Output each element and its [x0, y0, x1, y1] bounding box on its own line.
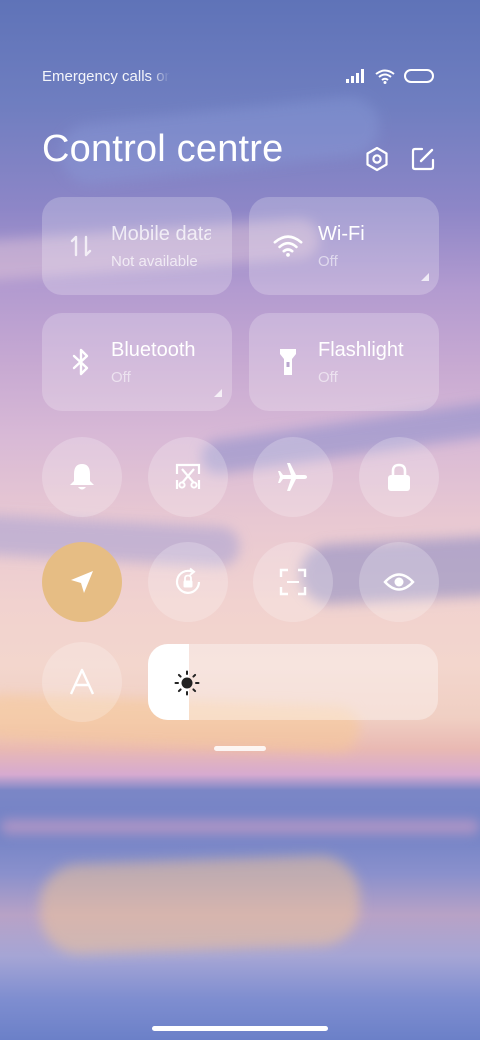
brightness-slider[interactable]	[148, 644, 438, 720]
auto-a-icon	[69, 668, 95, 695]
wifi-icon	[273, 231, 303, 261]
mobile-data-tile[interactable]: Mobile data Not available	[42, 197, 232, 295]
bluetooth-icon	[66, 347, 96, 377]
eye-icon	[383, 573, 415, 591]
flashlight-tile[interactable]: Flashlight Off	[249, 313, 439, 411]
status-bar: Emergency calls only	[42, 66, 434, 86]
edit-icon[interactable]	[410, 146, 436, 172]
settings-icon[interactable]	[364, 146, 390, 172]
lock-icon	[388, 463, 410, 491]
flashlight-label: Flashlight	[318, 339, 404, 361]
bluetooth-label: Bluetooth	[111, 339, 196, 361]
bell-icon	[70, 464, 94, 490]
status-icons	[346, 69, 434, 84]
data-arrows-icon	[66, 231, 96, 261]
screenshot-toggle[interactable]	[148, 437, 228, 517]
location-toggle[interactable]	[42, 542, 122, 622]
scan-icon	[279, 568, 307, 596]
bluetooth-status: Off	[111, 369, 131, 386]
scissors-icon	[175, 463, 201, 489]
rotation-lock-icon	[175, 567, 201, 594]
mobile-data-status: Not available	[111, 253, 198, 270]
ringer-toggle[interactable]	[42, 437, 122, 517]
sun-icon	[174, 670, 200, 696]
signal-icon	[346, 69, 364, 83]
expand-corner-icon[interactable]	[214, 389, 222, 397]
location-arrow-icon	[71, 571, 93, 593]
page-title: Control centre	[42, 128, 284, 170]
reading-mode-toggle[interactable]	[359, 542, 439, 622]
wifi-icon	[375, 69, 395, 84]
mobile-data-label: Mobile data	[111, 223, 211, 245]
wifi-status: Off	[318, 253, 338, 270]
battery-icon	[404, 69, 434, 83]
wifi-label: Wi-Fi	[318, 223, 365, 245]
bluetooth-tile[interactable]: Bluetooth Off	[42, 313, 232, 411]
scanner-toggle[interactable]	[253, 542, 333, 622]
flashlight-status: Off	[318, 369, 338, 386]
collapse-handle[interactable]	[214, 746, 266, 751]
rotation-lock-toggle[interactable]	[148, 542, 228, 622]
wifi-tile[interactable]: Wi-Fi Off	[249, 197, 439, 295]
lock-screen-toggle[interactable]	[359, 437, 439, 517]
home-indicator[interactable]	[152, 1026, 328, 1031]
airplane-icon	[278, 463, 307, 491]
airplane-mode-toggle[interactable]	[253, 437, 333, 517]
flashlight-icon	[273, 347, 303, 377]
carrier-status-text: Emergency calls only	[42, 67, 170, 85]
expand-corner-icon[interactable]	[421, 273, 429, 281]
auto-brightness-toggle[interactable]	[42, 642, 122, 722]
